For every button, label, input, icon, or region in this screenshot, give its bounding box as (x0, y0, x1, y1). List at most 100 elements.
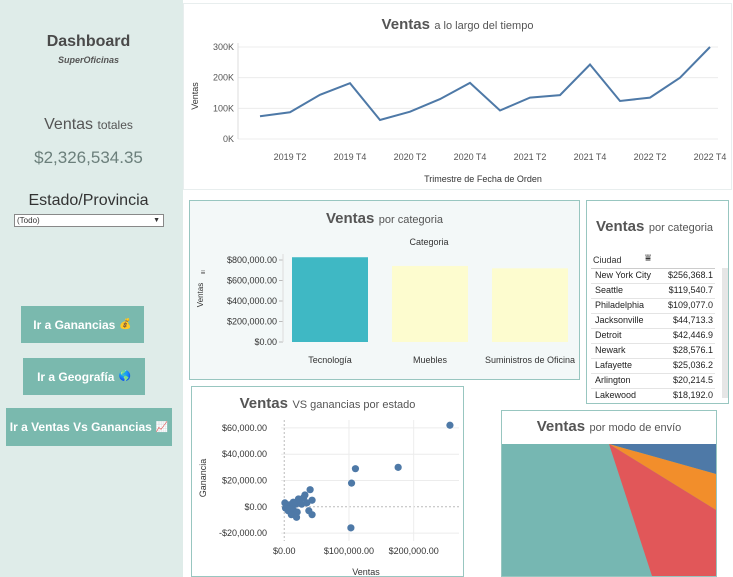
y-tick-label: $200,000.00 (227, 317, 277, 327)
city-sales-title-bold: Ventas (596, 218, 645, 235)
city-header-label: Ciudad (593, 255, 622, 265)
x-tick-label: 2021 T4 (574, 152, 607, 162)
y-tick-label: $60,000.00 (222, 423, 267, 433)
sales-cell: $18,192.0 (672, 390, 713, 400)
x-tick-label: 2022 T2 (634, 152, 667, 162)
money-bag-icon: 💰 (119, 319, 132, 330)
total-sales-label-main: Ventas (44, 116, 94, 133)
scatter-point[interactable] (308, 511, 316, 519)
globe-icon: 🌎 (118, 371, 131, 382)
table-row[interactable]: Arlington $20,214.5 (591, 373, 715, 389)
y-tick-label: $20,000.00 (222, 476, 267, 486)
go-to-profits-label: Ir a Ganancias (33, 317, 116, 332)
city-cell: Arlington (595, 375, 631, 385)
sales-by-ship-mode-title-bold: Ventas (536, 418, 586, 435)
line-y-axis-title: Ventas (190, 82, 200, 110)
go-to-profits-button[interactable]: Ir a Ganancias 💰 (21, 306, 144, 343)
x-tick-label: 2020 T4 (454, 152, 487, 162)
y-tick-label: 300K (213, 42, 234, 52)
city-cell: Seattle (595, 285, 624, 295)
total-sales-value: $2,326,534.35 (34, 148, 143, 167)
sales-cell: $42,446.9 (672, 330, 713, 340)
go-to-sales-vs-profits-button[interactable]: Ir a Ventas Vs Ganancias 📈 (6, 408, 172, 446)
sales-cell: $20,214.5 (672, 375, 713, 385)
x-tick-label: $100,000.00 (324, 546, 374, 556)
bar-y-axis-title: Ventas (196, 283, 205, 307)
sales-by-ship-mode-title: Ventas por modo de envío (502, 418, 716, 436)
bar[interactable] (292, 257, 368, 342)
scatter-point[interactable] (281, 499, 289, 507)
sales-by-category-chart[interactable]: Categoria $0.00 $200,000.00 $400,000.00 $60… (189, 200, 580, 380)
y-tick-label: $400,000.00 (227, 296, 277, 306)
scatter-x-axis-title: Ventas (352, 567, 380, 577)
scatter-point[interactable] (446, 421, 454, 429)
city-cell: Detroit (595, 330, 622, 340)
sales-over-time-chart[interactable]: 0K 100K 200K 300K 2019 T2 2019 T4 2020 T2 2020… (183, 3, 732, 190)
city-cell: Philadelphia (595, 300, 645, 310)
total-sales-label-small: totales (97, 118, 133, 132)
y-tick-label: 0K (223, 134, 234, 144)
y-tick-label: -$20,000.00 (219, 528, 267, 538)
sales-cell: $28,576.1 (672, 345, 713, 355)
city-column-header[interactable]: Ciudad ⩸ (591, 252, 715, 269)
x-tick-label: $200,000.00 (389, 546, 439, 556)
x-tick-label: 2021 T2 (514, 152, 547, 162)
line-x-axis-title: Trimestre de Fecha de Orden (424, 174, 542, 184)
chart-increasing-icon: 📈 (155, 421, 169, 433)
scatter-point[interactable] (351, 465, 360, 473)
table-row[interactable]: Seattle $119,540.7 (591, 283, 715, 299)
x-tick-label: 2019 T2 (274, 152, 307, 162)
city-cell: Jacksonville (595, 315, 644, 325)
scatter-point[interactable] (303, 499, 311, 507)
y-tick-label: $600,000.00 (227, 276, 277, 286)
scatter-point[interactable] (292, 513, 301, 521)
scatter-point[interactable] (306, 486, 314, 494)
sales-cell: $25,036.2 (672, 360, 713, 370)
sales-by-ship-mode-panel: Ventas por modo de envío (501, 410, 717, 577)
x-tick-label: 2019 T4 (334, 152, 367, 162)
scatter-point[interactable] (394, 463, 402, 471)
state-filter-value: (Todo) (17, 216, 40, 225)
total-sales-label: Ventas totales (0, 116, 177, 134)
table-row[interactable]: Philadelphia $109,077.0 (591, 298, 715, 314)
state-filter-label: Estado/Provincia (28, 192, 149, 209)
dashboard-subtitle: SuperOficinas (57, 55, 120, 65)
sort-icon[interactable]: ≡ (201, 268, 206, 277)
table-row[interactable]: Detroit $42,446.9 (591, 328, 715, 344)
table-row[interactable]: Lafayette $25,036.2 (591, 358, 715, 374)
y-tick-label: $0.00 (244, 502, 267, 512)
dashboard-title: Dashboard (46, 33, 131, 50)
table-row[interactable]: Lakewood $18,192.0 (591, 388, 715, 403)
y-tick-label: $800,000.00 (227, 255, 277, 265)
scatter-point[interactable] (347, 524, 355, 532)
table-row[interactable]: Jacksonville $44,713.3 (591, 313, 715, 329)
y-tick-label: 200K (213, 73, 234, 83)
bar[interactable] (492, 268, 568, 342)
x-tick-label: Suministros de Oficina (485, 355, 575, 365)
x-tick-label: $0.00 (273, 546, 296, 556)
go-to-geography-button[interactable]: Ir a Geografía 🌎 (23, 358, 145, 395)
ship-mode-pie-chart[interactable] (502, 444, 716, 576)
scatter-point[interactable] (347, 479, 356, 487)
y-tick-label: $0.00 (254, 337, 277, 347)
bar[interactable] (392, 265, 468, 342)
scatter-y-axis-title: Ganancia (198, 459, 208, 498)
sales-cell: $109,077.0 (667, 300, 713, 310)
city-cell: New York City (595, 270, 652, 280)
go-to-geography-label: Ir a Geografía (37, 369, 115, 384)
scatter-point[interactable] (289, 498, 297, 506)
city-cell: Lakewood (595, 390, 637, 400)
y-tick-label: $40,000.00 (222, 449, 267, 459)
city-sales-title: Ventas por categoria (596, 218, 728, 236)
table-scrollbar[interactable] (722, 268, 728, 398)
sales-vs-profit-chart[interactable]: -$20,000.00 $0.00 $20,000.00 $40,000.00 $60,… (191, 386, 464, 577)
chevron-down-icon: ▼ (153, 217, 160, 224)
x-tick-label: 2022 T4 (694, 152, 727, 162)
state-filter-dropdown[interactable]: (Todo) ▼ (14, 214, 164, 227)
city-cell: Newark (595, 345, 626, 355)
x-tick-label: Tecnología (308, 355, 352, 365)
sort-icon[interactable]: ⩸ (645, 253, 651, 264)
table-row[interactable]: Newark $28,576.1 (591, 343, 715, 359)
table-row[interactable]: New York City $256,368.1 (591, 268, 715, 284)
sales-cell: $119,540.7 (668, 285, 713, 295)
